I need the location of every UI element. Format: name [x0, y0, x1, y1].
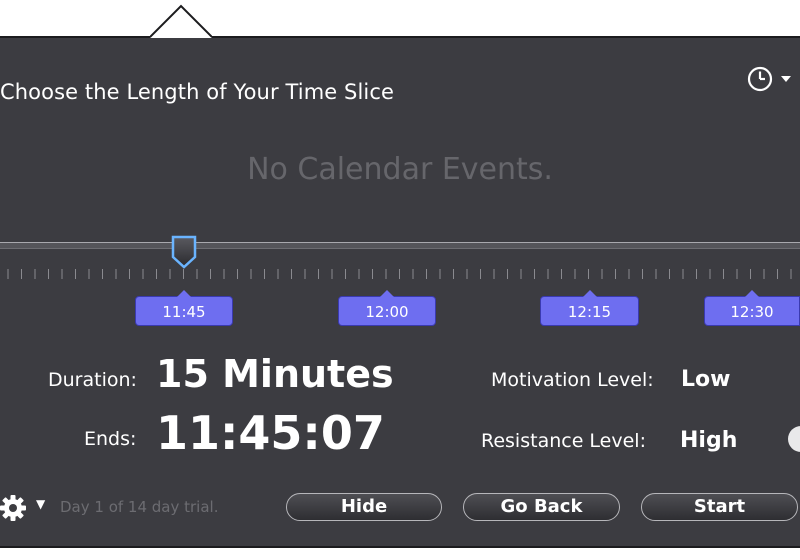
- resistance-value[interactable]: High: [680, 428, 737, 453]
- popover-arrow: [150, 4, 212, 38]
- start-button[interactable]: Start: [641, 493, 798, 521]
- empty-calendar-message: No Calendar Events.: [247, 152, 553, 187]
- page-title: Choose the Length of Your Time Slice: [0, 80, 395, 104]
- time-ruler-ticks: [7, 269, 792, 279]
- ends-value: 11:45:07: [156, 406, 385, 460]
- chevron-down-icon: [781, 76, 791, 82]
- duration-label: Duration:: [48, 369, 137, 391]
- time-mark-1230[interactable]: 12:30: [704, 290, 800, 326]
- time-slider-handle[interactable]: [171, 235, 197, 269]
- popover-panel: [0, 36, 800, 548]
- clock-menu-button[interactable]: [746, 62, 800, 96]
- time-mark-1215[interactable]: 12:15: [540, 290, 639, 326]
- resistance-label: Resistance Level:: [481, 430, 646, 452]
- settings-menu-caret[interactable]: ▼: [36, 497, 45, 511]
- time-mark-1145[interactable]: 11:45: [135, 290, 233, 326]
- duration-value: 15 Minutes: [156, 352, 394, 396]
- clock-icon: [747, 66, 773, 92]
- hide-button[interactable]: Hide: [286, 493, 442, 521]
- ends-label: Ends:: [84, 428, 137, 450]
- time-mark-1200[interactable]: 12:00: [338, 290, 436, 326]
- go-back-button[interactable]: Go Back: [463, 493, 620, 521]
- time-slider-track[interactable]: [0, 242, 800, 249]
- gear-icon[interactable]: [0, 493, 30, 523]
- trial-status-text: Day 1 of 14 day trial.: [60, 498, 219, 516]
- motivation-value[interactable]: Low: [681, 367, 730, 392]
- motivation-label: Motivation Level:: [491, 369, 654, 391]
